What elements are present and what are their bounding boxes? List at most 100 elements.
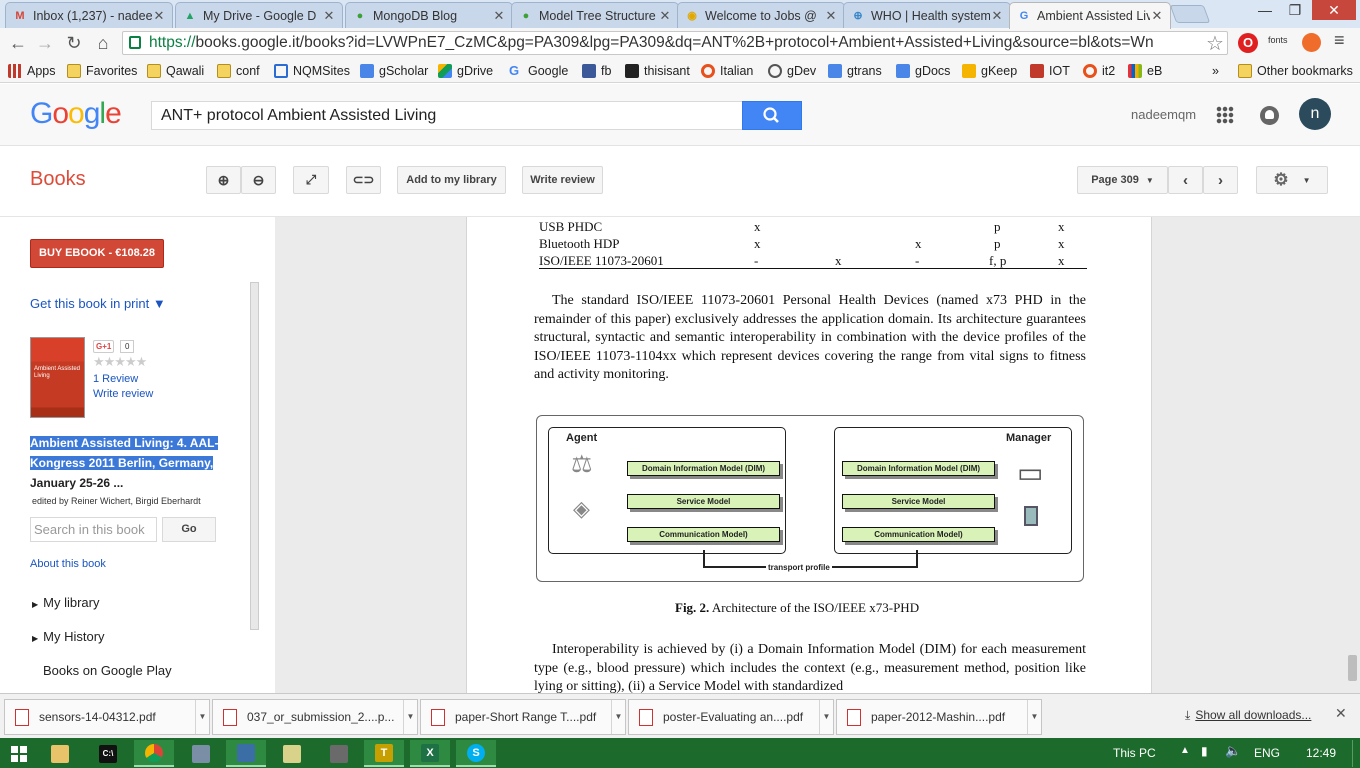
bookmark-conf[interactable]: conf: [217, 62, 260, 80]
tab-ambient-assisted-living[interactable]: G Ambient Assisted Liv ✕: [1009, 2, 1171, 29]
download-item[interactable]: paper-2012-Mashin....pdf ▼: [836, 699, 1042, 735]
bookmark-iot[interactable]: IOT: [1030, 62, 1070, 80]
bookmark-it2[interactable]: it2: [1083, 62, 1115, 80]
volume-icon[interactable]: 🔈: [1225, 743, 1241, 759]
search-input[interactable]: ANT+ protocol Ambient Assisted Living: [151, 101, 743, 130]
my-history-item[interactable]: ▶ My History: [32, 629, 105, 644]
settings-button[interactable]: ⚙ ▼: [1256, 166, 1328, 194]
home-icon[interactable]: ⌂: [91, 31, 115, 55]
page-select[interactable]: Page 309 ▼: [1077, 166, 1168, 194]
apps-grid-icon[interactable]: [1216, 106, 1234, 124]
taskbar-skype[interactable]: S: [456, 740, 496, 767]
taskbar-tool[interactable]: [319, 740, 359, 767]
maximize-icon[interactable]: ❐: [1275, 0, 1315, 20]
page-scrollbar-thumb[interactable]: [1348, 655, 1357, 681]
tab-gmail[interactable]: M Inbox (1,237) - nadee ✕: [5, 2, 173, 28]
chevron-down-icon[interactable]: ▼: [403, 700, 417, 734]
close-icon[interactable]: ✕: [1150, 8, 1164, 24]
fullscreen-button[interactable]: ⤢: [293, 166, 329, 194]
taskbar-chrome[interactable]: [134, 740, 174, 767]
book-cover[interactable]: Ambient Assisted Living: [30, 337, 85, 418]
download-item[interactable]: 037_or_submission_2....p... ▼: [212, 699, 418, 735]
close-icon[interactable]: ✕: [492, 8, 506, 24]
prev-page-button[interactable]: ‹: [1168, 166, 1203, 194]
close-icon[interactable]: ✕: [990, 8, 1004, 24]
zoom-out-button[interactable]: ⊖: [241, 166, 276, 194]
sidebar-scrollbar[interactable]: [250, 282, 259, 630]
avatar[interactable]: n: [1299, 98, 1331, 130]
link-button[interactable]: ⊂⊃: [346, 166, 381, 194]
bookmark-italian[interactable]: Italian: [701, 62, 753, 80]
tab-model-tree[interactable]: ● Model Tree Structure ✕: [511, 2, 679, 28]
forward-icon[interactable]: →: [33, 31, 57, 55]
play-books-link[interactable]: Books on Google Play: [43, 663, 172, 678]
new-tab-button[interactable]: [1169, 5, 1211, 23]
taskbar-texstudio[interactable]: T: [364, 740, 404, 767]
download-item[interactable]: poster-Evaluating an....pdf ▼: [628, 699, 834, 735]
bookmark-gdocs[interactable]: gDocs: [896, 62, 950, 80]
notifications-icon[interactable]: [1260, 106, 1279, 125]
bookmark-google[interactable]: G Google: [509, 62, 568, 80]
taskbar-cmd[interactable]: C:\: [88, 740, 128, 767]
buy-ebook-button[interactable]: BUY EBOOK - €108.28: [30, 239, 164, 268]
start-button[interactable]: [0, 740, 38, 767]
bookmark-other[interactable]: Other bookmarks: [1238, 62, 1353, 80]
search-button[interactable]: [742, 101, 802, 130]
bookmark-gscholar[interactable]: gScholar: [360, 62, 428, 80]
bookmark-gdrive[interactable]: gDrive: [438, 62, 493, 80]
taskbar-calculator[interactable]: [181, 740, 221, 767]
reviews-link[interactable]: 1 Review: [93, 373, 138, 385]
write-review-button[interactable]: Write review: [522, 166, 603, 194]
add-to-library-button[interactable]: Add to my library: [397, 166, 506, 194]
google-logo[interactable]: Google: [30, 97, 122, 131]
account-name[interactable]: nadeemqm: [1131, 107, 1196, 122]
bookmark-apps[interactable]: Apps: [8, 62, 56, 80]
about-book-link[interactable]: About this book: [30, 558, 106, 570]
bookmark-qawali[interactable]: Qawali: [147, 62, 204, 80]
close-downloads-icon[interactable]: ✕: [1335, 705, 1347, 722]
back-icon[interactable]: ←: [6, 31, 30, 55]
taskbar-notepad[interactable]: [272, 740, 312, 767]
bookmark-gtrans[interactable]: gtrans: [828, 62, 882, 80]
bookmark-fb[interactable]: fb: [582, 62, 611, 80]
chevron-down-icon[interactable]: ▼: [195, 700, 209, 734]
bookmark-thisisant[interactable]: thisisant: [625, 62, 690, 80]
close-icon[interactable]: ✕: [824, 8, 838, 24]
close-icon[interactable]: ✕: [658, 8, 672, 24]
get-print-link[interactable]: Get this book in print ▼: [30, 296, 166, 311]
tab-who[interactable]: ⊕ WHO | Health system ✕: [843, 2, 1011, 28]
taskbar-file-explorer[interactable]: [40, 740, 80, 767]
bookmarks-overflow-icon[interactable]: »: [1212, 62, 1219, 80]
go-button[interactable]: Go: [162, 517, 216, 542]
write-review-link[interactable]: Write review: [93, 388, 153, 400]
tab-jobs[interactable]: ◉ Welcome to Jobs @ ✕: [677, 2, 845, 28]
bookmark-nqmsites[interactable]: NQMSites: [274, 62, 350, 80]
search-in-book-input[interactable]: Search in this book: [30, 517, 157, 542]
show-desktop-button[interactable]: [1352, 740, 1358, 767]
bookmark-star-icon[interactable]: ☆: [1206, 31, 1224, 56]
bookmark-eb[interactable]: eB: [1128, 62, 1162, 80]
close-icon[interactable]: ✕: [152, 8, 166, 24]
close-icon[interactable]: ✕: [322, 8, 336, 24]
fonts-extension-label[interactable]: fonts: [1268, 35, 1288, 45]
language-indicator[interactable]: ENG: [1254, 746, 1280, 760]
next-page-button[interactable]: ›: [1203, 166, 1238, 194]
color-extension-icon[interactable]: [1302, 33, 1321, 52]
clock[interactable]: 12:49: [1306, 746, 1336, 760]
taskbar-excel[interactable]: X: [410, 740, 450, 767]
chevron-down-icon[interactable]: ▼: [611, 700, 625, 734]
menu-icon[interactable]: ≡: [1334, 30, 1345, 51]
reload-icon[interactable]: ↻: [62, 31, 86, 55]
tab-drive[interactable]: ▲ My Drive - Google D ✕: [175, 2, 343, 28]
books-brand[interactable]: Books: [30, 168, 86, 191]
gplus-button[interactable]: G+1: [93, 340, 115, 353]
tab-mongodb-blog[interactable]: ● MongoDB Blog ✕: [345, 2, 513, 28]
chevron-down-icon[interactable]: ▼: [1027, 700, 1041, 734]
show-all-downloads-link[interactable]: ⤓ Show all downloads...: [1185, 708, 1311, 723]
tray-expand-icon[interactable]: ▲: [1180, 745, 1190, 756]
taskbar-remote-desktop[interactable]: [226, 740, 266, 767]
bookmark-gkeep[interactable]: gKeep: [962, 62, 1017, 80]
close-window-icon[interactable]: ✕: [1312, 0, 1356, 20]
download-item[interactable]: sensors-14-04312.pdf ▼: [4, 699, 210, 735]
address-bar[interactable]: https://books.google.it/books?id=LVWPnE7…: [122, 31, 1228, 55]
